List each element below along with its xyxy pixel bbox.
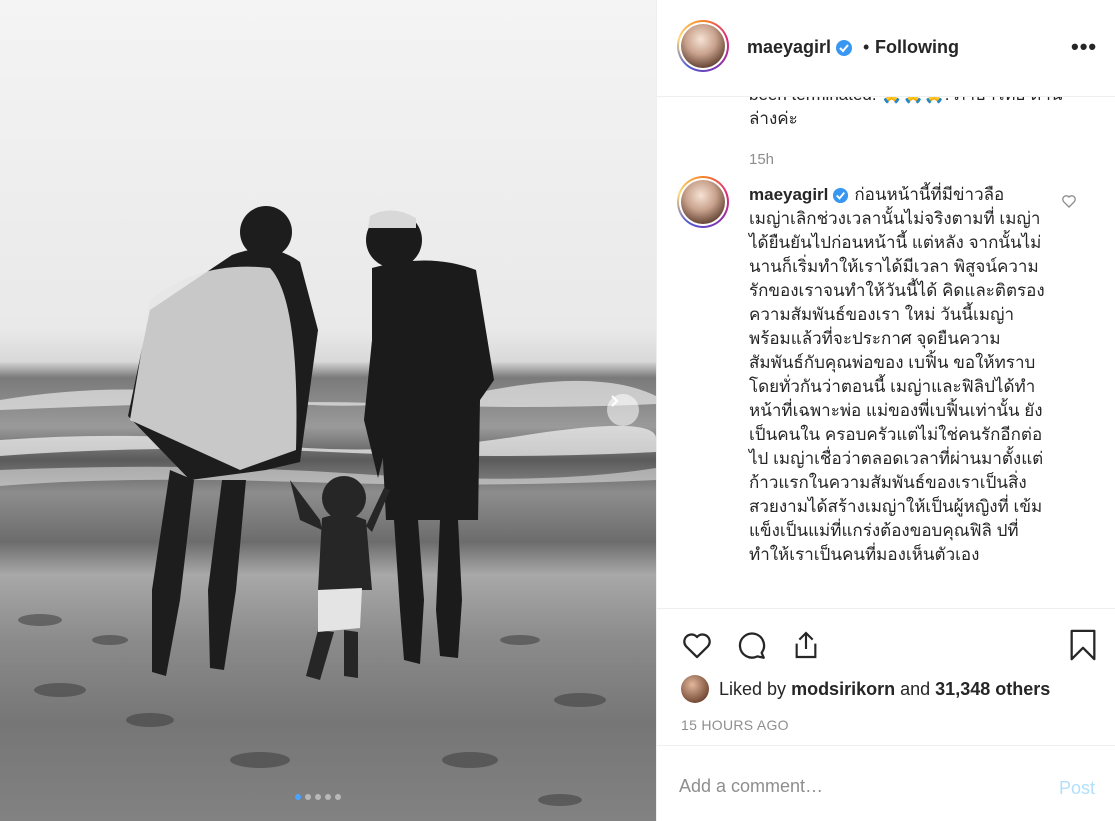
post-comment-button[interactable]: Post bbox=[1059, 778, 1095, 799]
carousel-dot bbox=[325, 794, 331, 800]
post-side-panel: maeyagirl • Following ••• been terminate… bbox=[656, 0, 1115, 821]
verified-badge-icon bbox=[836, 40, 853, 57]
comments-list[interactable]: been terminated. 🙏🙏🙏. ภาษาไทย ด้านล่างค่… bbox=[657, 97, 1115, 608]
profile-picture bbox=[681, 180, 725, 224]
carousel-indicator bbox=[295, 794, 341, 800]
following-button[interactable]: Following bbox=[875, 37, 959, 58]
header-username[interactable]: maeyagirl bbox=[747, 37, 853, 58]
liker-username[interactable]: modsirikorn bbox=[791, 679, 895, 699]
username-label[interactable]: maeyagirl bbox=[747, 37, 831, 57]
chevron-right-icon bbox=[611, 395, 619, 407]
likes-count[interactable]: 31,348 others bbox=[935, 679, 1050, 699]
previous-comment-text: been terminated. 🙏🙏🙏. ภาษาไทย ด้านล่างค่… bbox=[749, 97, 1062, 128]
caption-text: ก่อนหน้านี้ที่มีข่าวลือ เมญ่าเลิกช่วงเวล… bbox=[749, 185, 1045, 564]
post-header: maeyagirl • Following ••• bbox=[657, 0, 1115, 97]
comment-button[interactable] bbox=[733, 627, 769, 663]
carousel-dot bbox=[315, 794, 321, 800]
verified-badge-icon bbox=[833, 187, 849, 204]
post-timestamp[interactable]: 15 HOURS AGO bbox=[681, 717, 789, 733]
separator-dot: • bbox=[863, 37, 870, 57]
likes-summary[interactable]: Liked by modsirikorn and 31,348 others bbox=[719, 679, 1050, 700]
post-photo[interactable] bbox=[0, 0, 656, 821]
comment-icon bbox=[738, 632, 766, 659]
caption-username[interactable]: maeyagirl bbox=[749, 185, 828, 204]
carousel-dot bbox=[335, 794, 341, 800]
bookmark-icon bbox=[1070, 629, 1096, 661]
heart-icon[interactable] bbox=[1061, 193, 1077, 209]
like-button[interactable] bbox=[679, 627, 715, 663]
likes-conjunction: and bbox=[900, 679, 931, 699]
comment-input[interactable] bbox=[679, 776, 1009, 797]
comment-timestamp[interactable]: 15h bbox=[749, 151, 774, 168]
caption: maeyagirl ก่อนหน้านี้ที่มีข่าวลือ เมญ่าเล… bbox=[749, 183, 1049, 567]
carousel-dot bbox=[305, 794, 311, 800]
share-button[interactable] bbox=[788, 627, 824, 663]
post-actions: Liked by modsirikorn and 31,348 others 1… bbox=[657, 608, 1115, 745]
carousel-next-button[interactable] bbox=[607, 394, 639, 426]
add-comment-section: Post bbox=[657, 745, 1115, 821]
liker-avatar[interactable] bbox=[681, 675, 709, 703]
heart-icon bbox=[683, 633, 711, 659]
avatar[interactable] bbox=[677, 20, 729, 72]
caption-avatar[interactable] bbox=[677, 176, 729, 228]
beach-family-photo bbox=[0, 206, 656, 806]
save-button[interactable] bbox=[1065, 627, 1101, 663]
likes-prefix: Liked by bbox=[719, 679, 787, 699]
more-options-icon[interactable]: ••• bbox=[1071, 34, 1097, 60]
share-icon bbox=[795, 631, 817, 659]
profile-picture bbox=[681, 24, 725, 68]
carousel-dot bbox=[295, 794, 301, 800]
